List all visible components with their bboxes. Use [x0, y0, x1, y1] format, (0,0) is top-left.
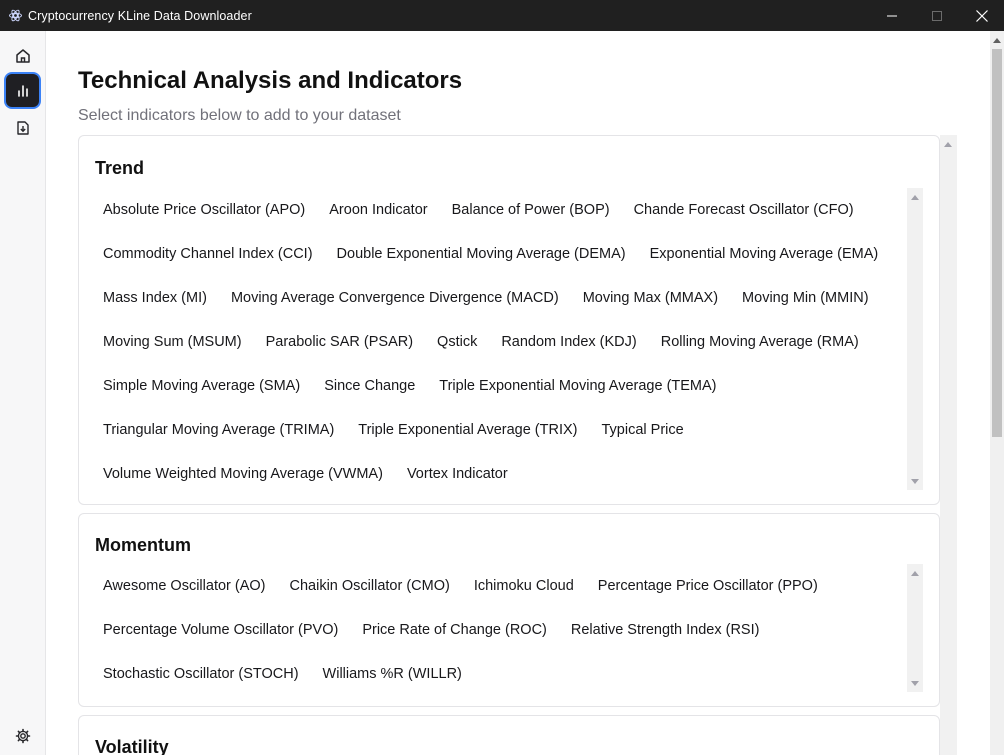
indicator-row: Mass Index (MI) Moving Average Convergenc…: [95, 276, 907, 320]
section-title-volatility: Volatility: [95, 737, 169, 755]
indicator-row: Absolute Price Oscillator (APO) Aroon Ind…: [95, 188, 907, 232]
indicator-option[interactable]: Percentage Volume Oscillator (PVO): [95, 618, 346, 642]
indicator-row: Awesome Oscillator (AO) Chaikin Oscillato…: [95, 564, 907, 608]
indicator-option[interactable]: Moving Max (MMAX): [575, 286, 726, 310]
indicator-option[interactable]: Stochastic Oscillator (STOCH): [95, 662, 307, 686]
section-title-trend: Trend: [95, 158, 145, 178]
indicator-option[interactable]: Mass Index (MI): [95, 286, 215, 310]
trend-section: Trend Absolute Price Oscillator (APO) Aro…: [78, 135, 940, 505]
momentum-indicator-list: Awesome Oscillator (AO) Chaikin Oscillato…: [95, 564, 907, 692]
indicator-option[interactable]: Chande Forecast Oscillator (CFO): [626, 198, 862, 222]
indicator-option[interactable]: Triple Exponential Average (TRIX): [350, 418, 585, 442]
nav-home-button[interactable]: [6, 39, 39, 72]
section-title-momentum: Momentum: [95, 535, 191, 555]
page-title: Technical Analysis and Indicators: [78, 67, 463, 94]
minimize-button[interactable]: [869, 0, 914, 31]
minimize-icon: [886, 15, 897, 16]
indicator-row: Moving Sum (MSUM) Parabolic SAR (PSAR) Qst…: [95, 320, 907, 364]
bar-chart-icon: [17, 84, 28, 97]
window-scrollbar[interactable]: [990, 31, 1004, 755]
home-icon: [15, 48, 30, 63]
momentum-list-scrollbar[interactable]: [907, 564, 923, 692]
trend-indicator-list: Absolute Price Oscillator (APO) Aroon Ind…: [95, 188, 907, 490]
page-subtitle: Select indicators below to add to your d…: [78, 107, 401, 124]
indicator-row: Simple Moving Average (SMA) Since Change T…: [95, 364, 907, 408]
indicator-option[interactable]: Triangular Moving Average (TRIMA): [95, 418, 342, 442]
sections-scrollbar[interactable]: [940, 135, 957, 755]
window-scrollbar-thumb[interactable]: [992, 49, 1002, 437]
indicator-option[interactable]: Volume Weighted Moving Average (VWMA): [95, 462, 391, 486]
indicator-row: Volume Weighted Moving Average (VWMA) Vor…: [95, 452, 907, 490]
title-bar: Cryptocurrency KLine Data Downloader: [0, 0, 1004, 31]
indicator-option[interactable]: Relative Strength Index (RSI): [563, 618, 768, 642]
indicator-option[interactable]: Ichimoku Cloud: [466, 574, 582, 598]
close-button[interactable]: [959, 0, 1004, 31]
main-content: Technical Analysis and Indicators Select…: [47, 31, 990, 755]
indicator-option[interactable]: Qstick: [429, 330, 485, 354]
indicator-option[interactable]: Williams %R (WILLR): [315, 662, 470, 686]
trend-list-scrollbar[interactable]: [907, 188, 923, 490]
indicator-row: Percentage Volume Oscillator (PVO) Price …: [95, 608, 907, 652]
indicator-option[interactable]: Price Rate of Change (ROC): [354, 618, 555, 642]
indicator-option[interactable]: Exponential Moving Average (EMA): [642, 242, 887, 266]
volatility-section: Volatility: [78, 715, 940, 755]
maximize-button[interactable]: [914, 0, 959, 31]
window-title: Cryptocurrency KLine Data Downloader: [28, 8, 252, 23]
indicator-row: Stochastic Oscillator (STOCH) Williams %R…: [95, 652, 907, 692]
indicator-option[interactable]: Moving Average Convergence Divergence (M…: [223, 286, 567, 310]
scroll-up-arrow-icon[interactable]: [907, 190, 923, 204]
momentum-section: Momentum Awesome Oscillator (AO) Chaikin …: [78, 513, 940, 707]
window-controls: [869, 0, 1004, 31]
nav-download-button[interactable]: [6, 111, 39, 144]
indicator-option[interactable]: Absolute Price Oscillator (APO): [95, 198, 313, 222]
indicator-option[interactable]: Random Index (KDJ): [493, 330, 644, 354]
gear-icon: [15, 728, 30, 743]
indicator-option[interactable]: Awesome Oscillator (AO): [95, 574, 274, 598]
indicator-option[interactable]: Double Exponential Moving Average (DEMA): [329, 242, 634, 266]
indicator-row: Commodity Channel Index (CCI) Double Expo…: [95, 232, 907, 276]
indicator-option[interactable]: Chaikin Oscillator (CMO): [282, 574, 458, 598]
indicator-option[interactable]: Triple Exponential Moving Average (TEMA): [431, 374, 724, 398]
maximize-icon: [931, 10, 942, 21]
app-logo-icon: [8, 9, 22, 23]
indicator-option[interactable]: Since Change: [316, 374, 423, 398]
indicator-row: Triangular Moving Average (TRIMA) Triple …: [95, 408, 907, 452]
download-icon: [16, 120, 29, 135]
indicator-option[interactable]: Simple Moving Average (SMA): [95, 374, 308, 398]
close-icon: [975, 9, 988, 22]
nav-analysis-button[interactable]: [6, 74, 39, 107]
scroll-down-arrow-icon[interactable]: [907, 474, 923, 488]
indicator-option[interactable]: Moving Min (MMIN): [734, 286, 876, 310]
indicator-option[interactable]: Rolling Moving Average (RMA): [653, 330, 867, 354]
sidebar: [0, 31, 46, 755]
indicator-option[interactable]: Vortex Indicator: [399, 462, 516, 486]
indicator-option[interactable]: Commodity Channel Index (CCI): [95, 242, 321, 266]
scroll-up-arrow-icon[interactable]: [907, 566, 923, 580]
scroll-up-arrow-icon[interactable]: [990, 33, 1004, 47]
indicator-option[interactable]: Balance of Power (BOP): [444, 198, 618, 222]
indicator-option[interactable]: Moving Sum (MSUM): [95, 330, 250, 354]
indicator-option[interactable]: Typical Price: [594, 418, 692, 442]
indicator-option[interactable]: Percentage Price Oscillator (PPO): [590, 574, 826, 598]
settings-button[interactable]: [6, 719, 39, 752]
scroll-up-arrow-icon[interactable]: [940, 137, 956, 151]
indicator-option[interactable]: Parabolic SAR (PSAR): [258, 330, 421, 354]
scroll-down-arrow-icon[interactable]: [907, 676, 923, 690]
indicator-option[interactable]: Aroon Indicator: [321, 198, 435, 222]
